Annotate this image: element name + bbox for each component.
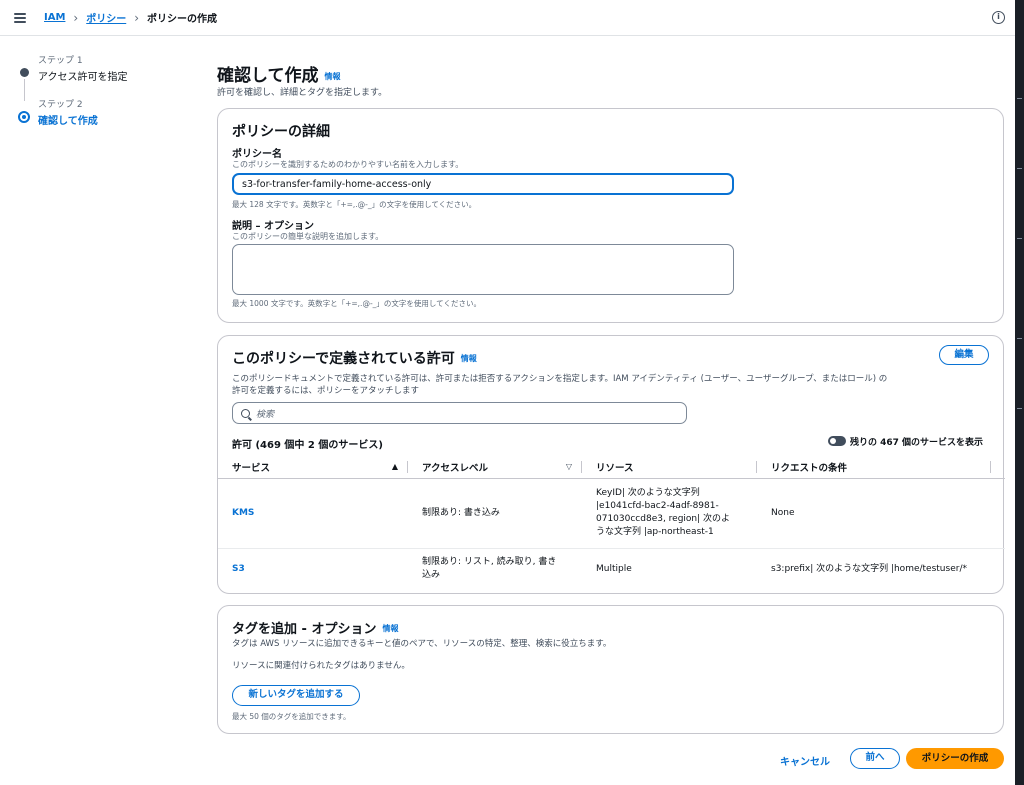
cell-condition: s3:prefix| 次のような文字列 |home/testuser/* xyxy=(771,563,967,574)
service-link-kms[interactable]: KMS xyxy=(232,508,254,518)
description-label: 説明 – オプション xyxy=(232,221,314,232)
section-title: タグを追加 - オプション 情報 xyxy=(232,618,398,637)
chevron-right-icon: › xyxy=(134,10,140,25)
policy-name-hint: 最大 128 文字です。英数字と「+=,.@-_」の文字を使用してください。 xyxy=(232,200,477,209)
chevron-right-icon: › xyxy=(73,10,79,25)
previous-button[interactable]: 前へ xyxy=(850,748,900,769)
column-header-service[interactable]: サービス ▲ xyxy=(218,456,408,479)
step-dot xyxy=(18,111,30,123)
description-textarea[interactable] xyxy=(232,244,734,295)
add-tag-button[interactable]: 新しいタグを追加する xyxy=(232,685,360,706)
show-remaining-toggle[interactable] xyxy=(828,436,846,446)
column-header-access[interactable]: アクセスレベル ▽ xyxy=(408,456,582,479)
info-link[interactable]: 情報 xyxy=(382,624,398,633)
table-header-row: サービス ▲ アクセスレベル ▽ リソース リクエストの条件 xyxy=(218,456,1005,479)
table-row: S3 制限あり: リスト, 読み取り, 書き 込み Multiple s3:pr… xyxy=(218,548,1005,590)
permissions-card: このポリシーで定義されている許可 情報 編集 このポリシードキュメントで定義されて… xyxy=(217,335,1005,594)
create-policy-button[interactable]: ポリシーの作成 xyxy=(906,748,1004,769)
cell-condition: None xyxy=(757,478,1005,549)
policy-name-desc: このポリシーを識別するためのわかりやすい名前を入力します。 xyxy=(232,160,464,169)
step-2: ステップ 2 確認して作成 xyxy=(18,97,198,141)
service-link-s3[interactable]: S3 xyxy=(232,564,245,574)
step-title: 確認して作成 xyxy=(38,116,98,127)
cell-access: 制限あり: リスト, 読み取り, 書き 込み xyxy=(408,548,582,590)
resource-line: KeyID| 次のような文字列 xyxy=(596,488,700,498)
section-title: ポリシーの詳細 xyxy=(232,124,330,140)
info-link[interactable]: 情報 xyxy=(461,354,477,363)
permissions-count: 許可 (469 個中 2 個のサービス) xyxy=(232,440,383,451)
access-line: 制限あり: 書き込み xyxy=(422,507,500,518)
resource-line: 071030ccd8e3, region| 次のよ xyxy=(596,514,731,524)
cancel-button[interactable]: キャンセル xyxy=(780,753,830,768)
wizard-steps: ステップ 1 アクセス許可を指定 ステップ 2 確認して作成 xyxy=(18,53,198,141)
permissions-table: サービス ▲ アクセスレベル ▽ リソース リクエストの条件 KMS 制限あり:… xyxy=(218,456,1005,590)
policy-details-card: ポリシーの詳細 ポリシー名 このポリシーを識別するためのわかりやすい名前を入力し… xyxy=(217,108,1004,323)
table-row: KMS 制限あり: 書き込み KeyID| 次のような文字列 |e1041cfd… xyxy=(218,478,1005,549)
column-header-label: リクエストの条件 xyxy=(771,462,848,474)
cell-resource: Multiple xyxy=(582,548,757,590)
breadcrumb-current: ポリシーの作成 xyxy=(147,14,218,25)
tags-empty: リソースに関連付けられたタグはありません。 xyxy=(232,661,410,671)
search-input[interactable]: 検索 xyxy=(232,402,687,424)
cell-resource: KeyID| 次のような文字列 |e1041cfd-bac2-4adf-8981… xyxy=(582,478,757,549)
step-title: アクセス許可を指定 xyxy=(38,72,128,83)
access-line: 制限あり: リスト, 読み取り, 書き xyxy=(422,557,557,568)
cell-access: 制限あり: 書き込み xyxy=(408,478,582,549)
permissions-desc-line1: このポリシードキュメントで定義されている許可は、許可または拒否するアクションを指… xyxy=(232,374,888,384)
tags-desc: タグは AWS リソースに追加できるキーと値のペアで、リソースの特定、整理、検索… xyxy=(232,639,612,649)
column-divider xyxy=(990,461,991,473)
search-icon xyxy=(241,408,250,418)
breadcrumb-policies[interactable]: ポリシー xyxy=(86,10,126,25)
page-subtitle: 許可を確認し、詳細とタグを指定します。 xyxy=(217,88,388,98)
window-edge xyxy=(1015,0,1024,785)
access-line: 込み xyxy=(422,570,441,581)
section-title-text: タグを追加 - オプション xyxy=(232,622,377,637)
breadcrumb-iam[interactable]: IAM xyxy=(44,12,65,23)
tags-limit: 最大 50 個のタグを追加できます。 xyxy=(232,712,351,721)
page-title: 確認して作成 情報 xyxy=(217,61,341,86)
policy-name-label: ポリシー名 xyxy=(232,149,282,160)
cell-service: S3 xyxy=(218,548,408,590)
policy-name-input[interactable]: s3-for-transfer-family-home-access-only xyxy=(232,173,734,195)
step-number: ステップ 1 xyxy=(38,56,83,66)
sort-down-icon[interactable]: ▽ xyxy=(566,462,572,471)
column-header-label: アクセスレベル xyxy=(422,462,489,474)
description-desc: このポリシーの簡単な説明を追加します。 xyxy=(232,232,384,241)
show-remaining-label: 残りの 467 個のサービスを表示 xyxy=(850,438,984,448)
search-placeholder: 検索 xyxy=(256,409,275,420)
permissions-desc-line2: 許可を定義するには、ポリシーをアタッチします xyxy=(232,386,420,396)
step-1[interactable]: ステップ 1 アクセス許可を指定 xyxy=(18,53,198,101)
column-header-label: サービス xyxy=(232,462,271,474)
sort-up-icon[interactable]: ▲ xyxy=(392,462,398,471)
edit-button[interactable]: 編集 xyxy=(939,345,989,365)
step-number: ステップ 2 xyxy=(38,100,83,110)
section-title-text: このポリシーで定義されている許可 xyxy=(232,351,455,367)
column-header-label: リソース xyxy=(596,462,634,474)
tags-card: タグを追加 - オプション 情報 タグは AWS リソースに追加できるキーと値のペ… xyxy=(217,605,1004,734)
column-header-condition: リクエストの条件 xyxy=(757,456,1005,479)
page-title-text: 確認して作成 xyxy=(217,66,319,86)
resource-line: Multiple xyxy=(596,563,632,574)
top-bar: IAM › ポリシー › ポリシーの作成 i xyxy=(0,0,1015,36)
column-header-resource: リソース xyxy=(582,456,757,479)
resource-line: うな文字列 |ap-northeast-1 xyxy=(596,527,714,537)
description-hint: 最大 1000 文字です。英数字と「+=,.@-_」の文字を使用してください。 xyxy=(232,299,481,308)
step-dot xyxy=(20,68,29,77)
cell-service: KMS xyxy=(218,478,408,549)
menu-icon[interactable] xyxy=(14,12,26,23)
info-link[interactable]: 情報 xyxy=(325,72,341,81)
info-icon[interactable]: i xyxy=(992,11,1005,24)
resource-line: |e1041cfd-bac2-4adf-8981- xyxy=(596,501,719,511)
section-title: このポリシーで定義されている許可 情報 xyxy=(232,348,477,368)
